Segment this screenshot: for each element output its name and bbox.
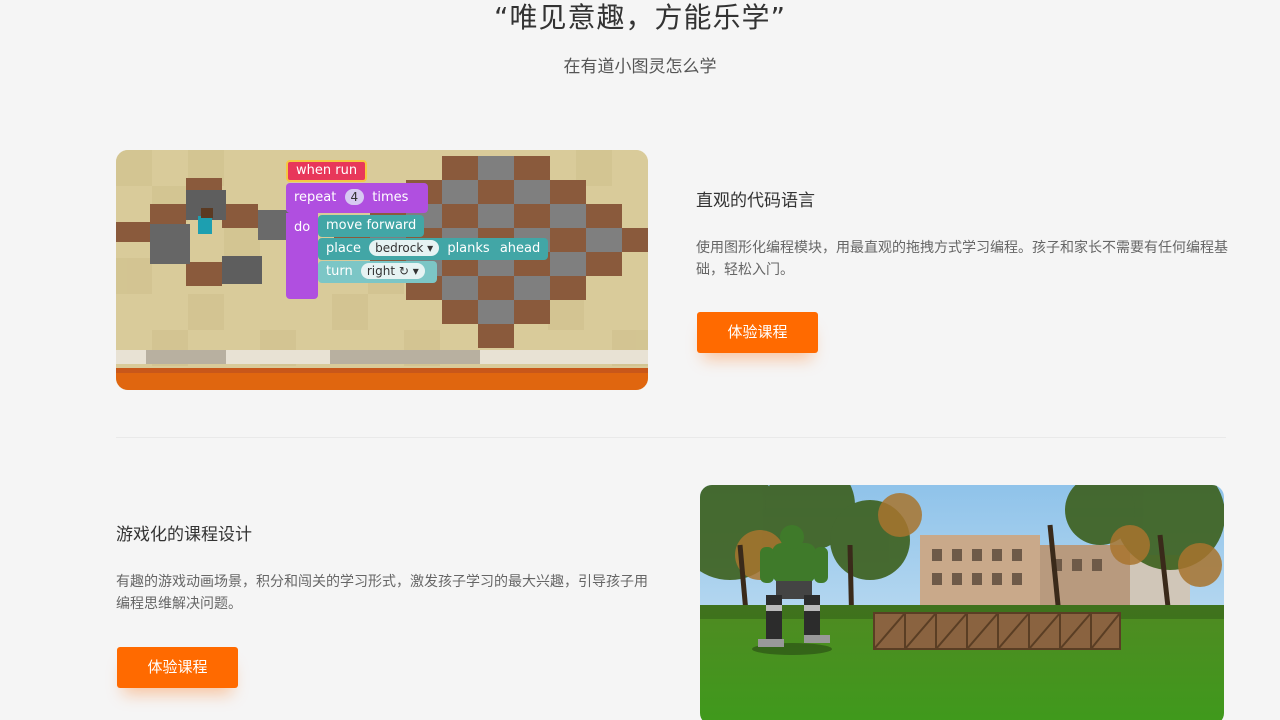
- feature-2-title: 游戏化的课程设计: [116, 525, 252, 545]
- place-label: place: [326, 241, 361, 256]
- try-course-button-1[interactable]: 体验课程: [697, 312, 818, 353]
- feature-1-text: 直观的代码语言 使用图形化编程模块，用最直观的拖拽方式学习编程。孩子和家长不需要…: [696, 186, 1236, 281]
- park-game-scene-illustration: [700, 485, 1224, 720]
- repeat-label: repeat: [294, 190, 337, 205]
- repeat-count-field[interactable]: 4: [344, 189, 365, 205]
- place-value-dropdown[interactable]: bedrock ▾: [369, 240, 440, 256]
- turn-label: turn: [326, 264, 353, 279]
- code-blocks-screenshot: when run repeat 4 times do move forward …: [116, 150, 648, 390]
- dropdown-arrow-icon: ▾: [427, 241, 434, 255]
- turn-value-dropdown[interactable]: right ↻ ▾: [360, 263, 425, 279]
- page: “唯见意趣，方能乐学” 在有道小图灵怎么学 when run repeat 4 …: [0, 0, 1280, 720]
- turn-value-text: right ↻: [366, 264, 409, 278]
- when-run-block[interactable]: when run: [286, 160, 368, 182]
- try-course-button-2[interactable]: 体验课程: [117, 647, 238, 688]
- feature-2-text: 游戏化的课程设计 有趣的游戏动画场景，积分和闯关的学习形式，激发孩子学习的最大兴…: [116, 520, 656, 615]
- do-block: do: [286, 213, 318, 299]
- dropdown-arrow-icon: ▾: [412, 264, 419, 278]
- turn-block[interactable]: turn right ↻ ▾: [318, 261, 437, 283]
- times-label: times: [372, 190, 409, 205]
- feature-1-title: 直观的代码语言: [696, 191, 815, 211]
- section-subtitle: 在有道小图灵怎么学: [563, 57, 717, 77]
- section-title: “唯见意趣，方能乐学”: [493, 1, 786, 34]
- planks-label: planks: [447, 241, 490, 256]
- game-scene-screenshot: [700, 485, 1224, 720]
- ahead-label: ahead: [499, 241, 541, 256]
- place-block[interactable]: place bedrock ▾ planks ahead: [318, 238, 549, 260]
- repeat-block[interactable]: repeat 4 times: [286, 183, 428, 213]
- place-value-text: bedrock: [375, 241, 424, 255]
- feature-2-description: 有趣的游戏动画场景，积分和闯关的学习形式，激发孩子学习的最大兴趣，引导孩子用编程…: [116, 574, 648, 612]
- feature-1-description: 使用图形化编程模块，用最直观的拖拽方式学习编程。孩子和家长不需要有任何编程基础，…: [696, 240, 1228, 278]
- section-divider: [116, 437, 1226, 438]
- do-label: do: [294, 220, 311, 235]
- move-forward-label: move forward: [326, 218, 417, 233]
- move-forward-block[interactable]: move forward: [318, 215, 425, 237]
- when-run-label: when run: [296, 163, 358, 178]
